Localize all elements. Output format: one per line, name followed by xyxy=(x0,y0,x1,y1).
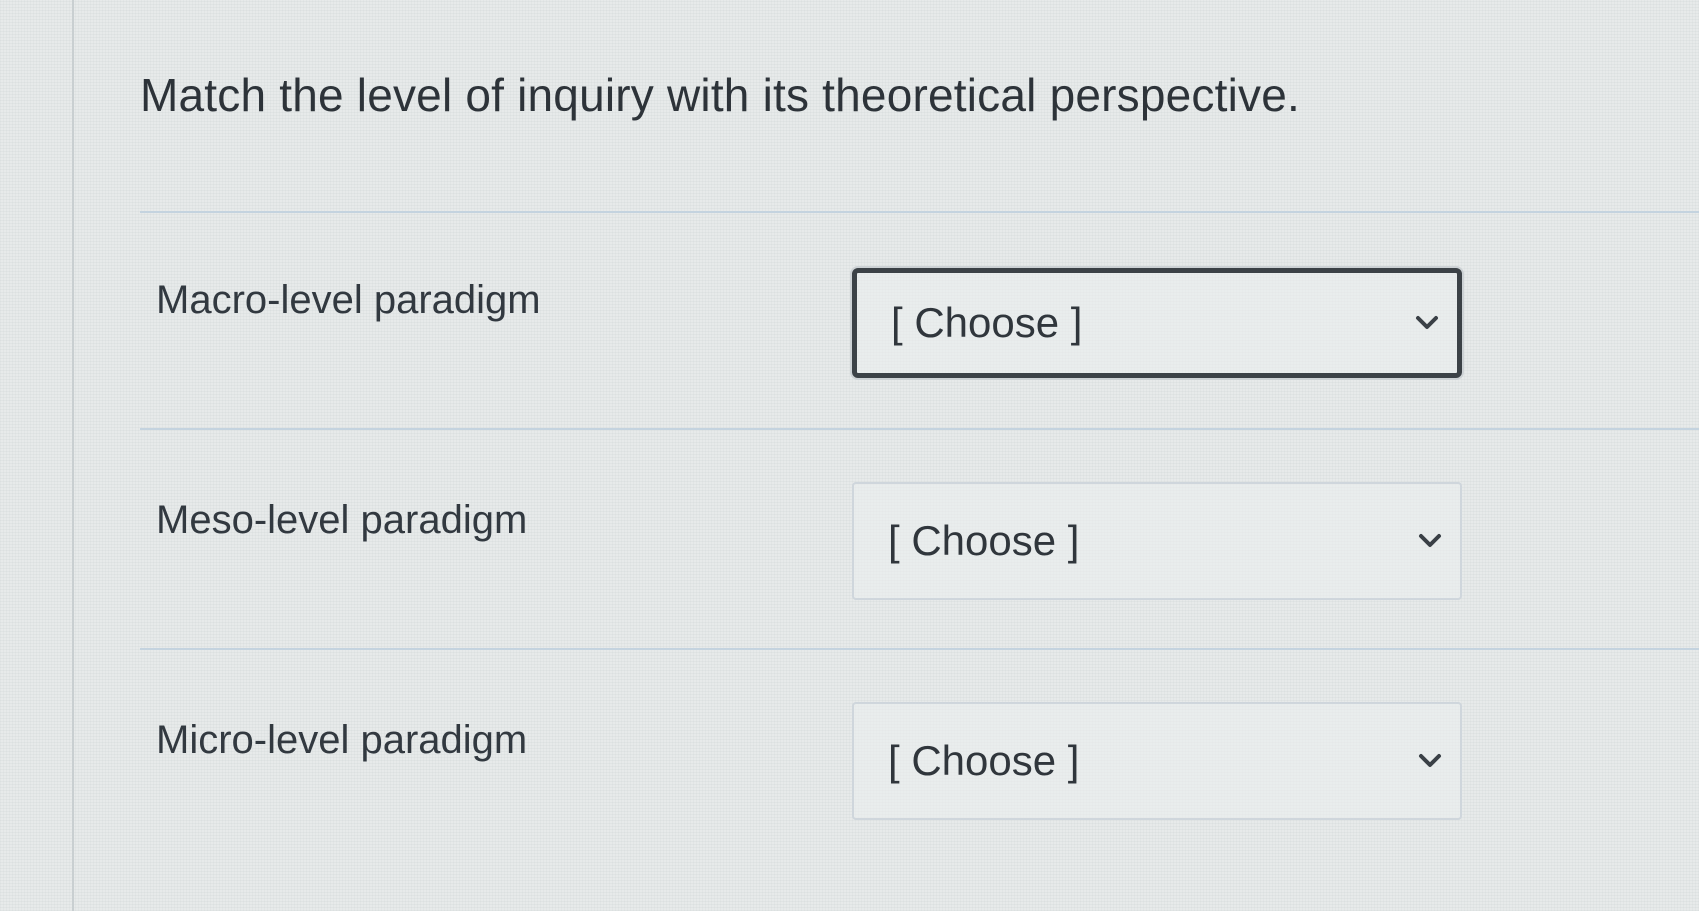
divider xyxy=(140,648,1699,650)
row-label-micro: Micro-level paradigm xyxy=(156,718,528,762)
dropdown-value: [ Choose ] xyxy=(891,299,1083,346)
chevron-down-icon xyxy=(1419,534,1441,547)
dropdown-micro[interactable]: [ Choose ] xyxy=(852,702,1462,820)
question-title: Match the level of inquiry with its theo… xyxy=(140,69,1300,121)
row-label-meso: Meso-level paradigm xyxy=(156,498,528,542)
chevron-down-icon xyxy=(1419,754,1441,767)
dropdown-value: [ Choose ] xyxy=(888,517,1080,564)
left-margin-rule xyxy=(72,0,74,911)
dropdown-value: [ Choose ] xyxy=(888,737,1080,784)
dropdown-meso[interactable]: [ Choose ] xyxy=(852,482,1462,600)
divider xyxy=(140,428,1699,430)
divider xyxy=(140,211,1699,213)
chevron-down-icon xyxy=(1416,316,1438,329)
row-label-macro: Macro-level paradigm xyxy=(156,278,541,322)
dropdown-macro[interactable]: [ Choose ] xyxy=(852,268,1462,378)
